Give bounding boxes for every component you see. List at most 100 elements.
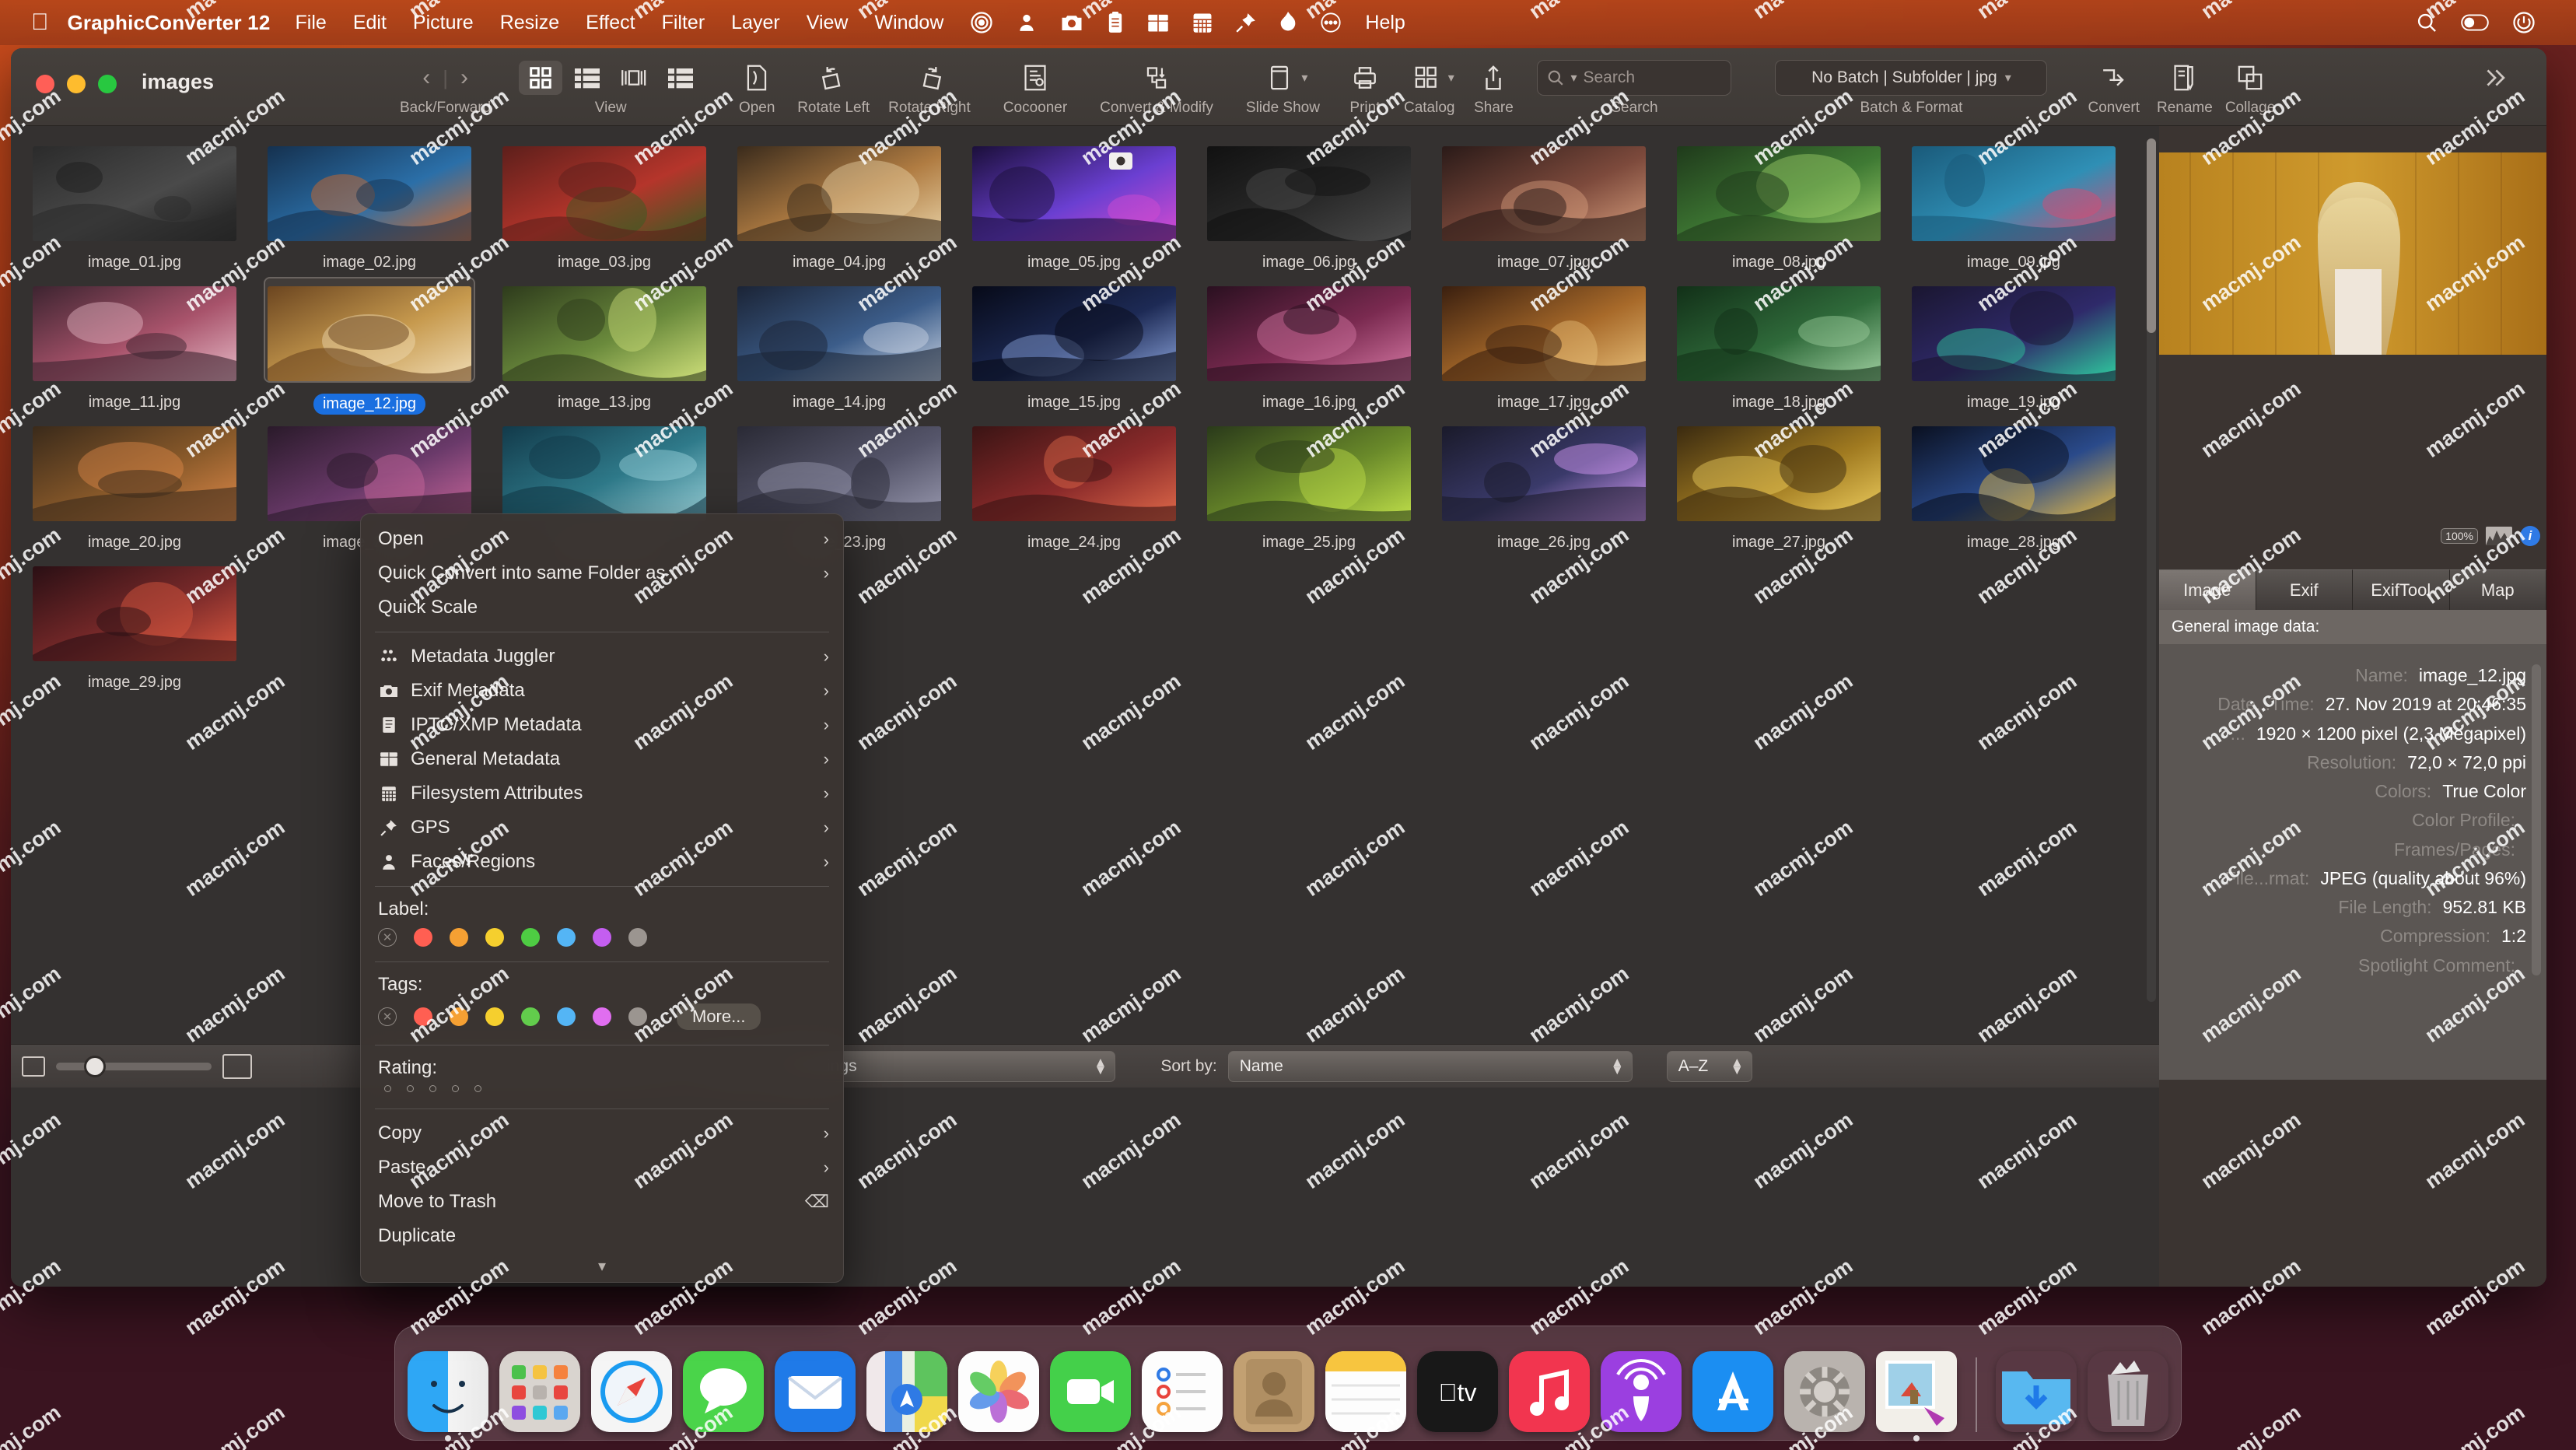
thumbnail-image-box[interactable] <box>970 419 1178 521</box>
context-menu-item[interactable]: Duplicate <box>361 1219 843 1253</box>
context-menu-item[interactable]: Quick Scale <box>361 590 843 625</box>
view-list-button[interactable] <box>565 61 609 95</box>
toolbar-group-overflow[interactable] <box>2473 48 2517 100</box>
thumbnail-image-box[interactable] <box>1440 278 1648 381</box>
dock-item-maps[interactable] <box>866 1351 947 1432</box>
collage-icon[interactable] <box>2228 61 2272 95</box>
context-menu-item[interactable]: Filesystem Attributes› <box>361 776 843 811</box>
toolbar-group-cocooner[interactable]: Cocooner <box>1003 48 1067 117</box>
small-thumbnail-icon[interactable] <box>22 1056 45 1077</box>
label-color-swatch[interactable] <box>414 928 432 947</box>
close-button[interactable] <box>36 75 54 93</box>
dock-item-mail[interactable] <box>775 1351 856 1432</box>
cocooner-icon[interactable] <box>1013 61 1057 95</box>
camera-icon[interactable] <box>1060 12 1083 33</box>
rating-dot[interactable] <box>429 1085 436 1092</box>
dock-item-podcasts[interactable] <box>1601 1351 1682 1432</box>
thumbnail-cell[interactable]: image_25.jpg <box>1192 417 1426 557</box>
tag-color-swatch[interactable] <box>628 1007 647 1026</box>
catalog-icon[interactable] <box>1405 61 1448 95</box>
thumbnail-image-box[interactable] <box>1909 419 2118 521</box>
inspector-scrollbar[interactable] <box>2532 664 2541 975</box>
dock-item-systemsettings[interactable] <box>1784 1351 1865 1432</box>
rating-dot[interactable] <box>474 1085 481 1092</box>
thumbnail-filename[interactable]: image_19.jpg <box>1967 394 2060 412</box>
thumbnail-filename[interactable]: image_08.jpg <box>1732 254 1825 271</box>
rotate-left-icon[interactable] <box>812 61 856 95</box>
histogram-icon[interactable] <box>2486 527 2512 545</box>
menu-filter[interactable]: Filter <box>662 12 705 34</box>
thumbnail-image-box[interactable] <box>1675 419 1883 521</box>
dock-item-notes[interactable] <box>1325 1351 1406 1432</box>
share-icon[interactable] <box>1472 61 1515 95</box>
thumbnail-image-box[interactable] <box>30 559 239 661</box>
thumbnail-cell[interactable]: image_08.jpg <box>1661 137 1896 277</box>
thumbnail-filename[interactable]: image_29.jpg <box>88 674 181 692</box>
toolbar-overflow-double-chevron-right-icon[interactable] <box>2473 61 2517 95</box>
thumbnail-cell[interactable]: image_04.jpg <box>722 137 957 277</box>
thumbnail-cell[interactable]: image_16.jpg <box>1192 277 1426 417</box>
menubar-app-name[interactable]: GraphicConverter 12 <box>68 11 271 35</box>
menu-view[interactable]: View <box>807 12 849 34</box>
thumbnail-filename[interactable]: image_04.jpg <box>793 254 886 271</box>
rotate-right-icon[interactable] <box>908 61 951 95</box>
context-menu-item[interactable]: GPS› <box>361 811 843 845</box>
info-icon[interactable]: i <box>2520 526 2540 546</box>
minimize-button[interactable] <box>67 75 86 93</box>
context-menu-item[interactable]: Move to Trash⌫ <box>361 1185 843 1219</box>
thumbnail-cell[interactable]: image_09.jpg <box>1896 137 2131 277</box>
batch-chevron-down-icon[interactable]: ▾ <box>2005 70 2011 86</box>
open-icon[interactable] <box>735 61 779 95</box>
window-controls[interactable] <box>36 75 117 93</box>
thumbnail-image-box[interactable] <box>30 138 239 241</box>
tag-color-swatch[interactable] <box>485 1007 504 1026</box>
thumbnail-image[interactable] <box>1442 146 1646 241</box>
thumbnail-filename[interactable]: image_06.jpg <box>1262 254 1356 271</box>
back-button[interactable]: ‹ <box>410 65 443 91</box>
thumbnail-image[interactable] <box>268 426 471 521</box>
thumbnail-image[interactable] <box>1912 146 2116 241</box>
box-icon[interactable] <box>1147 12 1169 33</box>
menu-resize[interactable]: Resize <box>500 12 559 34</box>
thumbnail-cell[interactable]: image_07.jpg <box>1426 137 1661 277</box>
tag-color-swatch[interactable] <box>450 1007 468 1026</box>
thumbnail-image-box[interactable] <box>1909 138 2118 241</box>
convert-modify-icon[interactable] <box>1135 61 1178 95</box>
thumbnail-image[interactable] <box>1442 426 1646 521</box>
thumbnail-cell[interactable]: image_01.jpg <box>17 137 252 277</box>
view-filmstrip-button[interactable] <box>612 61 656 95</box>
dock-item-launchpad[interactable] <box>499 1351 580 1432</box>
thumbnail-image-box[interactable] <box>1205 419 1413 521</box>
tag-none-swatch[interactable]: ✕ <box>378 1007 397 1026</box>
thumbnail-image[interactable] <box>502 426 706 521</box>
thumbnail-cell[interactable]: image_26.jpg <box>1426 417 1661 557</box>
preview-area[interactable]: 100% i <box>2159 126 2546 569</box>
thumbnail-image[interactable] <box>268 146 471 241</box>
dock-item-reminders[interactable] <box>1142 1351 1223 1432</box>
thumbnail-cell[interactable]: image_17.jpg <box>1426 277 1661 417</box>
context-menu-item[interactable]: Exif Metadata› <box>361 674 843 708</box>
thumbnail-cell[interactable]: image_02.jpg <box>252 137 487 277</box>
thumbnail-cell[interactable]: image_18.jpg <box>1661 277 1896 417</box>
label-none-swatch[interactable]: ✕ <box>378 928 397 947</box>
calendar-icon[interactable] <box>1192 12 1213 33</box>
context-menu-item[interactable]: General Metadata› <box>361 742 843 776</box>
dock-item-appstore[interactable] <box>1692 1351 1773 1432</box>
thumbnail-cell[interactable]: image_12.jpg <box>252 277 487 417</box>
thumbnail-filename[interactable]: image_18.jpg <box>1732 394 1825 412</box>
thumbnail-image[interactable] <box>1207 146 1411 241</box>
dock-item-music[interactable] <box>1509 1351 1590 1432</box>
context-menu-scroll-chevron-down-icon[interactable]: ▾ <box>361 1253 843 1276</box>
forward-button[interactable]: › <box>448 65 481 91</box>
thumbnail-image[interactable] <box>1912 426 2116 521</box>
context-menu-item[interactable]: Copy› <box>361 1116 843 1151</box>
thumbnail-image[interactable] <box>1677 146 1881 241</box>
thumbnail-image[interactable] <box>972 286 1176 381</box>
thumbnail-cell[interactable]: image_14.jpg <box>722 277 957 417</box>
tag-color-swatch[interactable] <box>414 1007 432 1026</box>
inspector-tab-exif[interactable]: Exif <box>2256 569 2354 610</box>
thumbnail-image[interactable] <box>972 146 1176 241</box>
view-thumbnails-button[interactable] <box>519 61 562 95</box>
label-color-swatch[interactable] <box>557 928 576 947</box>
menu-window[interactable]: Window <box>874 12 943 34</box>
